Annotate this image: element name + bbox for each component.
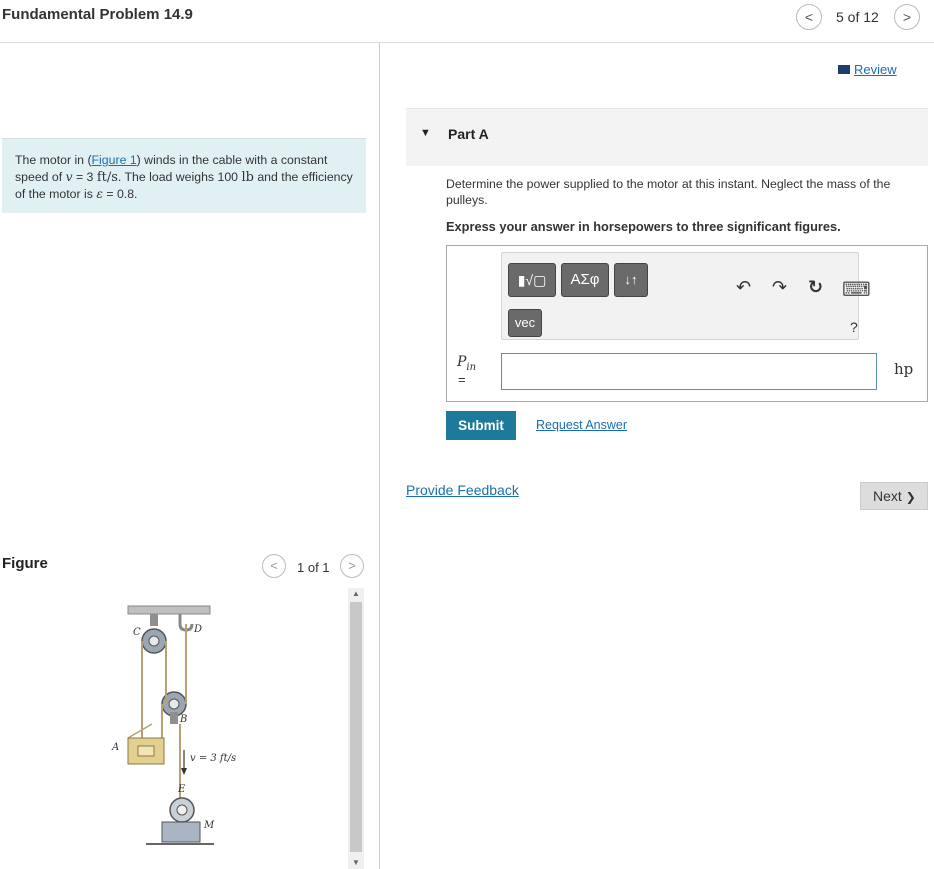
label-a: A bbox=[111, 742, 119, 753]
problem-text: = 0.8. bbox=[102, 187, 138, 201]
prev-figure-button[interactable]: < bbox=[262, 554, 286, 578]
answer-variable-label: Pin bbox=[457, 354, 476, 373]
var-symbol: P bbox=[457, 354, 467, 370]
problem-text: The motor in ( bbox=[15, 153, 92, 167]
book-icon bbox=[838, 65, 850, 74]
label-e: E bbox=[177, 784, 186, 795]
label-d: D bbox=[193, 624, 202, 635]
figure-link[interactable]: Figure 1 bbox=[92, 153, 137, 167]
next-problem-button[interactable]: > bbox=[894, 4, 920, 30]
reset-icon[interactable]: ↻ bbox=[808, 277, 823, 298]
label-c: C bbox=[133, 627, 141, 638]
figure-heading: Figure bbox=[2, 555, 48, 572]
problem-statement: The motor in (Figure 1) winds in the cab… bbox=[2, 138, 366, 213]
scroll-up-icon[interactable]: ▲ bbox=[352, 589, 360, 598]
equals-sign: = bbox=[458, 372, 466, 387]
arrows-button[interactable]: ↓↑ bbox=[614, 263, 648, 297]
problem-pager: 5 of 12 bbox=[836, 9, 879, 25]
part-title: Part A bbox=[448, 126, 489, 142]
review-link[interactable]: Review bbox=[838, 62, 897, 77]
chevron-right-icon: ❯ bbox=[905, 490, 916, 504]
motor-m bbox=[161, 821, 201, 843]
next-figure-button[interactable]: > bbox=[340, 554, 364, 578]
collapse-caret-icon[interactable]: ▼ bbox=[420, 127, 431, 139]
math-v: v bbox=[65, 169, 73, 184]
keyboard-icon[interactable]: ⌨ bbox=[842, 277, 871, 302]
help-icon[interactable]: ? bbox=[850, 319, 858, 335]
undo-icon[interactable]: ↶ bbox=[736, 277, 751, 298]
problem-text: . The load weighs 100 bbox=[117, 169, 242, 184]
math-toolbar: ▮√▢ ΑΣφ ↓↑ vec ↶ ↷ ↻ ⌨ ? bbox=[501, 252, 871, 340]
label-speed: v = 3 ft/s bbox=[190, 753, 236, 764]
answer-input[interactable] bbox=[501, 353, 877, 390]
ceiling-support bbox=[127, 605, 211, 615]
next-button[interactable]: Next ❯ bbox=[860, 482, 928, 510]
next-label: Next bbox=[873, 488, 902, 504]
label-m: M bbox=[203, 820, 215, 831]
pulley-c-bracket bbox=[150, 614, 158, 626]
templates-button[interactable]: ▮√▢ bbox=[508, 263, 556, 297]
math-unit: lb bbox=[241, 169, 254, 185]
scroll-thumb[interactable] bbox=[350, 602, 362, 852]
vec-button[interactable]: vec bbox=[508, 309, 542, 337]
figure-pager: 1 of 1 bbox=[297, 560, 330, 575]
redo-icon[interactable]: ↷ bbox=[772, 277, 787, 298]
submit-button[interactable]: Submit bbox=[446, 411, 516, 440]
column-divider bbox=[379, 43, 380, 869]
problem-text: = 3 bbox=[72, 169, 97, 184]
answer-unit: hp bbox=[894, 360, 914, 378]
math-unit: ft/s bbox=[96, 169, 118, 185]
prev-problem-button[interactable]: < bbox=[796, 4, 822, 30]
answer-area: ▮√▢ ΑΣφ ↓↑ vec ↶ ↷ ↻ ⌨ ? Pin = hp bbox=[446, 245, 928, 402]
request-answer-link[interactable]: Request Answer bbox=[536, 418, 627, 432]
greek-letters-button[interactable]: ΑΣφ bbox=[561, 263, 609, 297]
page-title: Fundamental Problem 14.9 bbox=[2, 6, 193, 23]
math-epsilon: ε bbox=[96, 187, 103, 201]
review-label[interactable]: Review bbox=[854, 62, 897, 77]
figure-1-diagram: C D B A v = 3 ft/s E M bbox=[111, 605, 236, 845]
label-b: B bbox=[179, 714, 187, 725]
provide-feedback-link[interactable]: Provide Feedback bbox=[406, 482, 519, 498]
figure-scrollbar[interactable]: ▲ ▼ bbox=[348, 588, 364, 869]
scroll-down-icon[interactable]: ▼ bbox=[352, 858, 360, 867]
instruction-text: Express your answer in horsepowers to th… bbox=[446, 219, 841, 234]
question-text: Determine the power supplied to the moto… bbox=[446, 177, 891, 207]
part-a-header[interactable]: ▼ Part A bbox=[406, 108, 928, 166]
top-bar: Fundamental Problem 14.9 < 5 of 12 > bbox=[0, 0, 934, 43]
var-subscript: in bbox=[466, 361, 477, 373]
